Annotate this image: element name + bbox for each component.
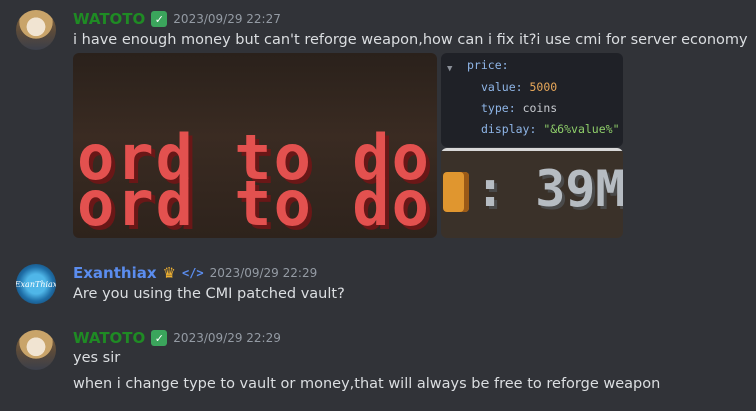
game-counter: : 39M bbox=[475, 160, 623, 218]
message-text: yes sir bbox=[73, 350, 121, 366]
message-text: Are you using the CMI patched vault? bbox=[73, 286, 345, 302]
code-key: type: bbox=[481, 101, 516, 115]
username[interactable]: WATOTO bbox=[73, 329, 145, 347]
green-badge-icon[interactable]: ✓ bbox=[151, 11, 168, 27]
message-text: i have enough money but can't reforge we… bbox=[73, 32, 748, 48]
coin-icon bbox=[443, 172, 469, 212]
crown-icon[interactable]: ♛ bbox=[163, 264, 176, 282]
green-badge-icon[interactable]: ✓ bbox=[151, 330, 168, 346]
developer-icon[interactable]: </> bbox=[182, 266, 204, 280]
code-value: "&6%value%" bbox=[543, 122, 620, 136]
avatar-text: ExanThiax bbox=[16, 279, 56, 289]
timestamp: 2023/09/29 22:27 bbox=[173, 12, 281, 26]
image-attachment-game[interactable]: : 39M bbox=[441, 148, 623, 238]
message-header: WATOTO ✓ 2023/09/29 22:27 bbox=[73, 10, 281, 28]
username[interactable]: WATOTO bbox=[73, 10, 145, 28]
avatar[interactable] bbox=[16, 330, 56, 370]
username[interactable]: Exanthiax bbox=[73, 264, 157, 282]
code-value: 5000 bbox=[529, 80, 558, 94]
code-key: value: bbox=[481, 80, 523, 94]
code-key: display: bbox=[481, 122, 537, 136]
code-value: coins bbox=[522, 101, 558, 115]
image-attachment-code[interactable]: ▼ price: value: 5000 type: coins display… bbox=[441, 53, 623, 147]
game-text-line: ord to do bbox=[77, 167, 431, 238]
avatar[interactable]: ExanThiax bbox=[16, 264, 56, 304]
avatar[interactable] bbox=[16, 10, 56, 50]
timestamp: 2023/09/29 22:29 bbox=[173, 331, 281, 345]
image-attachment-left[interactable]: ord to do ord to do bbox=[73, 53, 437, 238]
timestamp: 2023/09/29 22:29 bbox=[209, 266, 318, 280]
message-header: Exanthiax ♛ </> 2023/09/29 22:29 bbox=[73, 264, 317, 282]
code-key: price: bbox=[467, 58, 509, 72]
collapse-arrow-icon: ▼ bbox=[447, 64, 453, 74]
message-header: WATOTO ✓ 2023/09/29 22:29 bbox=[73, 329, 281, 347]
message-text: when i change type to vault or money,tha… bbox=[73, 376, 661, 392]
